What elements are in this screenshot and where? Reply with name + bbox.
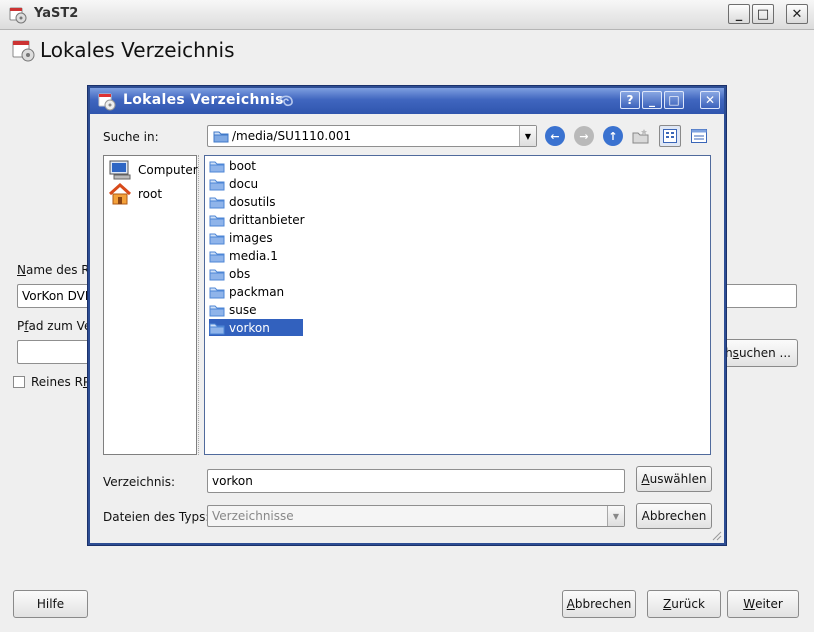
places-sidebar: Computer root	[103, 155, 198, 455]
directory-label: Verzeichnis:	[103, 475, 176, 489]
back-button[interactable]: Zurück	[647, 590, 721, 618]
minimize-button[interactable]: _	[728, 4, 750, 24]
file-name: suse	[229, 302, 257, 317]
window-title: YaST2	[34, 6, 79, 21]
computer-icon	[109, 160, 131, 180]
file-name: images	[229, 230, 273, 245]
folder-icon	[209, 215, 225, 226]
plain-rpm-checkbox[interactable]	[13, 376, 25, 388]
file-name: drittanbieter	[229, 212, 305, 227]
list-view-icon	[663, 129, 677, 143]
close-button[interactable]: ✕	[786, 4, 808, 24]
folder-icon	[209, 179, 225, 190]
dialog-title: Lokales Verzeichnis	[123, 92, 284, 108]
close-icon: ✕	[791, 6, 803, 22]
maximize-icon: □	[756, 6, 770, 22]
folder-icon	[209, 305, 225, 316]
dialog-close-button[interactable]: ✕	[700, 91, 720, 109]
file-name: media.1	[229, 248, 278, 263]
file-name: boot	[229, 158, 257, 173]
folder-icon	[209, 323, 225, 334]
file-item[interactable]: obs	[209, 265, 254, 282]
help-button[interactable]: Hilfe	[13, 590, 88, 618]
help-icon: ?	[626, 93, 634, 107]
folder-icon	[209, 233, 225, 244]
splitter-handle[interactable]	[198, 155, 202, 455]
file-item[interactable]: images	[209, 229, 277, 246]
file-dialog: Lokales Verzeichnis ? _ □ ✕ Suche in: /m…	[88, 86, 726, 545]
place-computer[interactable]: Computer	[108, 159, 198, 181]
place-root[interactable]: root	[108, 182, 162, 206]
look-in-combo[interactable]: /media/SU1110.001 ▼	[207, 125, 537, 147]
new-folder-icon	[632, 129, 649, 144]
folder-icon	[213, 131, 229, 143]
minimize-icon: _	[735, 6, 743, 22]
dialog-app-icon	[98, 93, 116, 111]
dialog-help-button[interactable]: ?	[620, 91, 640, 109]
resize-grip-icon[interactable]	[710, 529, 722, 541]
file-item[interactable]: vorkon	[209, 319, 303, 336]
close-icon: ✕	[704, 93, 716, 107]
folder-icon	[209, 161, 225, 172]
new-folder-button[interactable]	[630, 125, 652, 147]
file-item[interactable]: packman	[209, 283, 288, 300]
file-item[interactable]: media.1	[209, 247, 282, 264]
file-item[interactable]: boot	[209, 157, 260, 174]
folder-icon	[209, 251, 225, 262]
folder-icon	[209, 269, 225, 280]
main-titlebar[interactable]: YaST2 _ □ ✕	[0, 0, 814, 30]
folder-icon	[209, 287, 225, 298]
back-arrow-icon[interactable]: ←	[545, 126, 565, 146]
file-list: boot docu dosutils drittanbieter images media…	[204, 155, 711, 455]
up-arrow-icon[interactable]: ↑	[603, 126, 623, 146]
chevron-down-icon[interactable]: ▼	[607, 506, 624, 526]
maximize-icon: □	[668, 93, 680, 107]
chevron-down-icon[interactable]: ▼	[519, 126, 536, 146]
file-name: vorkon	[229, 320, 270, 335]
detail-view-button[interactable]	[688, 125, 710, 147]
path-label: Pfad zum Ver	[17, 319, 97, 333]
file-type-label: Dateien des Typs:	[103, 510, 210, 524]
file-item[interactable]: dosutils	[209, 193, 279, 210]
directory-input[interactable]: vorkon	[207, 469, 625, 493]
file-type-combo[interactable]: Verzeichnisse ▼	[207, 505, 625, 527]
look-in-label: Suche in:	[103, 130, 159, 144]
detail-view-icon	[691, 129, 707, 143]
file-name: docu	[229, 176, 259, 191]
chameleon-icon	[278, 95, 293, 107]
page-title: Lokales Verzeichnis	[40, 38, 235, 62]
plain-rpm-label: Reines RP	[31, 375, 91, 389]
dialog-maximize-button[interactable]: □	[664, 91, 684, 109]
file-name: dosutils	[229, 194, 276, 209]
folder-icon	[209, 197, 225, 208]
next-button[interactable]: Weiter	[727, 590, 799, 618]
file-item[interactable]: suse	[209, 301, 261, 318]
file-item[interactable]: docu	[209, 175, 262, 192]
abort-button[interactable]: Abbrechen	[562, 590, 636, 618]
dialog-titlebar[interactable]: Lokales Verzeichnis ? _ □ ✕	[90, 88, 724, 114]
heading-icon	[12, 40, 35, 62]
file-name: obs	[229, 266, 251, 281]
maximize-button[interactable]: □	[752, 4, 774, 24]
forward-arrow-icon[interactable]: →	[574, 126, 594, 146]
home-icon	[108, 182, 132, 205]
name-label: Name des Re	[17, 263, 97, 277]
file-item[interactable]: drittanbieter	[209, 211, 309, 228]
dialog-cancel-button[interactable]: Abbrechen	[636, 503, 712, 529]
minimize-icon: _	[649, 93, 655, 107]
list-view-button[interactable]	[659, 125, 681, 147]
select-button[interactable]: Auswählen	[636, 466, 712, 492]
yast-icon	[9, 7, 27, 24]
dialog-minimize-button[interactable]: _	[642, 91, 662, 109]
file-name: packman	[229, 284, 285, 299]
